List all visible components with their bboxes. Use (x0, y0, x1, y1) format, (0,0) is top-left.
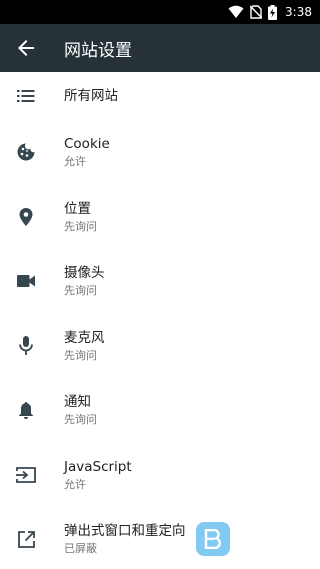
setting-value: 先询问 (64, 413, 97, 427)
wifi-icon (228, 5, 244, 18)
status-time: 3:38 (285, 5, 312, 19)
app-bar: 网站设置 (0, 24, 320, 72)
input-icon (16, 465, 36, 485)
no-sim-icon (250, 5, 263, 19)
mic-icon (16, 336, 36, 356)
setting-notifications[interactable]: 通知 先询问 (0, 378, 320, 443)
setting-cookie[interactable]: Cookie 允许 (0, 120, 320, 185)
back-button[interactable] (2, 24, 50, 72)
setting-value: 允许 (64, 477, 86, 491)
list-icon (16, 86, 36, 106)
bell-icon (16, 400, 36, 420)
setting-label: 弹出式窗口和重定向 (64, 523, 186, 540)
setting-camera[interactable]: 摄像头 先询问 (0, 249, 320, 314)
setting-value: 已屏蔽 (64, 542, 97, 556)
setting-label: Cookie (64, 136, 110, 153)
setting-location[interactable]: 位置 先询问 (0, 185, 320, 250)
setting-label: 位置 (64, 200, 91, 217)
setting-value: 先询问 (64, 348, 97, 362)
status-icons: 3:38 (228, 0, 312, 24)
watermark-b-icon (196, 522, 230, 556)
setting-value: 允许 (64, 155, 86, 169)
setting-javascript[interactable]: JavaScript 允许 (0, 443, 320, 508)
cookie-icon (16, 142, 36, 162)
videocam-icon (16, 271, 36, 291)
page-title: 网站设置 (64, 40, 132, 61)
status-bar: 3:38 (0, 0, 320, 24)
setting-value: 先询问 (64, 284, 97, 298)
battery-charging-icon (268, 4, 278, 20)
site-settings-list: 所有网站 Cookie 允许 位置 先询问 摄像头 先询问 麦克风 先询问 通知… (0, 72, 320, 569)
setting-label: 麦克风 (64, 329, 105, 346)
location-pin-icon (16, 207, 36, 227)
setting-value: 先询问 (64, 219, 97, 233)
arrow-back-icon (18, 40, 34, 56)
open-in-new-icon (16, 529, 36, 549)
all-sites-label: 所有网站 (64, 88, 118, 104)
setting-label: 摄像头 (64, 265, 105, 282)
watermark-logo (196, 521, 320, 557)
setting-label: JavaScript (64, 458, 132, 475)
setting-microphone[interactable]: 麦克风 先询问 (0, 314, 320, 379)
setting-label: 通知 (64, 394, 91, 411)
all-sites-item[interactable]: 所有网站 (0, 72, 320, 120)
